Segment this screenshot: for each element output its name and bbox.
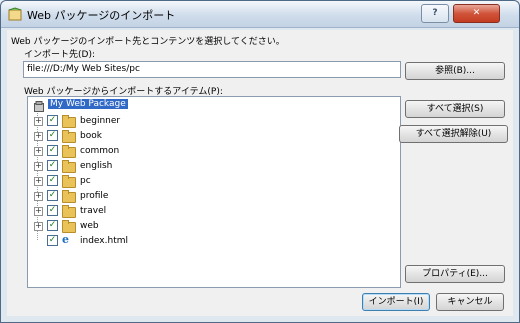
checkbox-checked-icon[interactable]: ✓ (47, 160, 58, 171)
folder-icon (62, 175, 76, 188)
checkbox-checked-icon[interactable]: ✓ (47, 220, 58, 231)
cancel-button[interactable]: キャンセル (436, 293, 504, 311)
browse-button[interactable]: 参照(B)... (405, 62, 505, 80)
expand-icon[interactable]: + (34, 207, 43, 216)
expand-icon[interactable]: + (34, 132, 43, 141)
checkbox-checked-icon[interactable]: ✓ (47, 145, 58, 156)
tree-item-label: profile (80, 191, 109, 201)
close-button[interactable]: ✕ (453, 4, 500, 23)
expand-icon[interactable]: + (34, 147, 43, 156)
tree-item-label: common (80, 146, 120, 156)
tree-item-label: travel (80, 206, 107, 216)
destination-label: インポート先(D): (24, 50, 95, 60)
checkbox-checked-icon[interactable]: ✓ (47, 130, 58, 141)
select-all-button[interactable]: すべて選択(S) (405, 100, 505, 118)
help-button[interactable]: ? (421, 4, 449, 23)
folder-icon (62, 115, 76, 128)
checkbox-checked-icon[interactable]: ✓ (47, 235, 58, 246)
folder-icon (62, 130, 76, 143)
folder-icon (62, 205, 76, 218)
folder-icon (62, 160, 76, 173)
folder-icon (62, 145, 76, 158)
tree-item-label: book (80, 131, 102, 141)
checkbox-checked-icon[interactable]: ✓ (47, 115, 58, 126)
properties-button[interactable]: プロパティ(E)... (405, 265, 505, 283)
tree-item-label: pc (80, 176, 91, 186)
html-file-icon: e (62, 233, 69, 246)
expand-icon[interactable]: + (34, 162, 43, 171)
folder-icon (62, 220, 76, 233)
folder-icon (62, 190, 76, 203)
tree-item-label: english (80, 161, 113, 171)
tree-root-row[interactable]: My Web Package (28, 99, 228, 113)
expand-icon[interactable]: + (34, 222, 43, 231)
tree-item-index-html[interactable]: ✓ e index.html (28, 233, 228, 248)
checkbox-checked-icon[interactable]: ✓ (47, 175, 58, 186)
tree-item-common[interactable]: + ✓ common (28, 144, 228, 158)
expand-icon[interactable]: + (34, 192, 43, 201)
checkbox-checked-icon[interactable]: ✓ (47, 190, 58, 201)
title-bar[interactable]: Web パッケージのインポート ? ✕ (1, 1, 519, 28)
window-title: Web パッケージのインポート (27, 9, 176, 22)
destination-field[interactable]: file:///D:/My Web Sites/pc (23, 61, 401, 78)
checkbox-checked-icon[interactable]: ✓ (47, 205, 58, 216)
deselect-all-button[interactable]: すべて選択解除(U) (399, 125, 508, 143)
tree-item-label: index.html (80, 236, 128, 246)
tree-item-pc[interactable]: + ✓ pc (28, 174, 228, 188)
tree-item-profile[interactable]: + ✓ profile (28, 189, 228, 203)
expand-icon[interactable]: + (34, 117, 43, 126)
import-button[interactable]: インポート(I) (362, 293, 430, 311)
package-icon (34, 101, 44, 112)
tree-root-label[interactable]: My Web Package (48, 99, 128, 109)
tree-item-beginner[interactable]: + ✓ beginner (28, 114, 228, 128)
tree-item-label: beginner (80, 116, 121, 126)
package-items-tree[interactable]: My Web Package + ✓ beginner + ✓ book + ✓… (27, 96, 401, 288)
app-icon (8, 7, 22, 21)
import-web-package-dialog: Web パッケージのインポート ? ✕ Web パッケージのインポート先とコンテ… (0, 0, 520, 323)
expand-icon[interactable]: + (34, 177, 43, 186)
tree-item-web[interactable]: + ✓ web (28, 219, 228, 233)
instruction-text: Web パッケージのインポート先とコンテンツを選択してください。 (11, 37, 285, 47)
tree-item-english[interactable]: + ✓ english (28, 159, 228, 173)
tree-item-book[interactable]: + ✓ book (28, 129, 228, 143)
tree-item-label: web (80, 221, 99, 231)
tree-item-travel[interactable]: + ✓ travel (28, 204, 228, 218)
